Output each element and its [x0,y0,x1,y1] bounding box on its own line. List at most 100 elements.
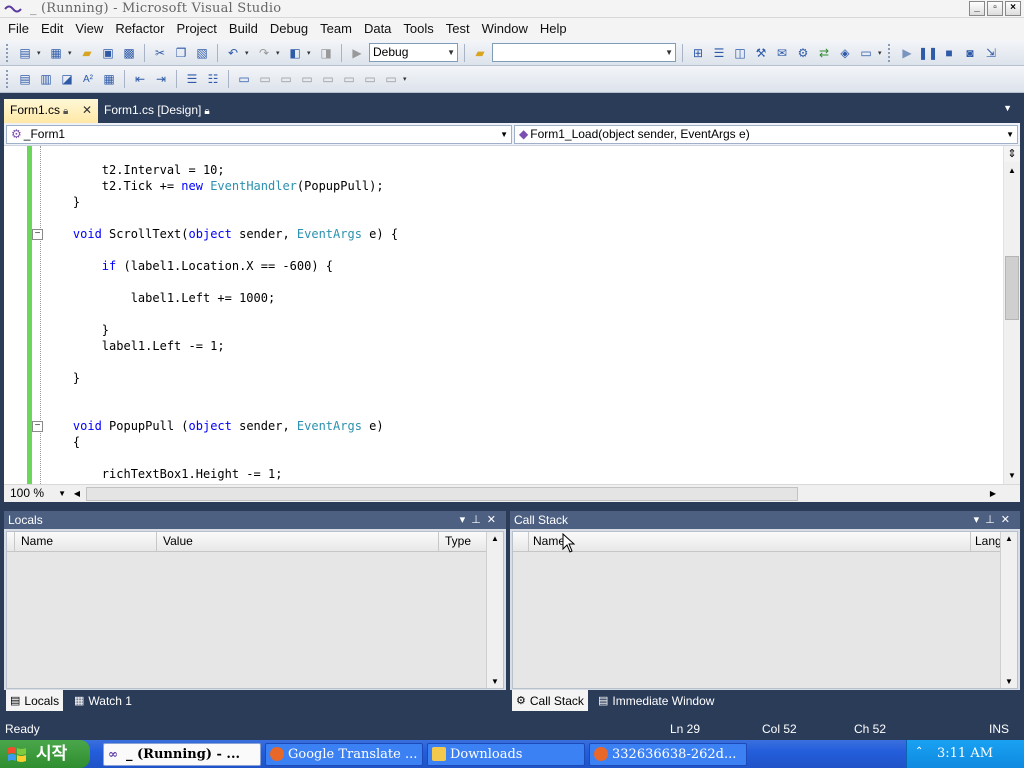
menu-tools[interactable]: Tools [397,18,439,40]
code-line[interactable] [44,354,398,370]
show-hidden-icons-icon[interactable]: ⌃ [915,746,923,757]
next-bookmark-icon[interactable]: ▭ [277,70,295,88]
scroll-left-icon[interactable]: ◀ [70,486,84,502]
redo-icon[interactable]: ↷ [255,44,273,62]
start-button[interactable]: 시작 [0,740,90,768]
find-in-files-icon[interactable]: ▰ [471,44,489,62]
code-editor[interactable]: − − t2.Interval = 10; t2.Tick += new Eve… [4,146,1020,484]
previous-bookmark-in-document-icon[interactable]: ▭ [340,70,358,88]
menu-edit[interactable]: Edit [35,18,69,40]
close-button[interactable]: × [1005,1,1021,16]
scroll-down-icon[interactable]: ▼ [487,677,503,686]
solution-configuration-select[interactable]: Debug ▼ [369,43,458,62]
undo-dropdown-icon[interactable]: ▾ [245,49,252,57]
menu-build[interactable]: Build [223,18,264,40]
new-project-icon[interactable]: ▤ [16,44,34,62]
close-icon[interactable]: ✕ [487,514,502,526]
code-line[interactable]: label1.Left -= 1; [44,338,398,354]
toolbar-grip[interactable] [888,43,892,62]
call-stack-vertical-scrollbar[interactable]: ▲ ▼ [1000,532,1017,688]
add-item-icon[interactable]: ▦ [47,44,65,62]
open-file-icon[interactable]: ▰ [78,44,96,62]
task-image-viewer[interactable]: 332636638-262d... [589,743,747,766]
navigate-backward-icon[interactable]: ◧ [286,44,304,62]
decrease-indent-icon[interactable]: ⇤ [131,70,149,88]
code-line[interactable]: void PopupPull (object sender, EventArgs… [44,418,398,434]
auto-hide-pin-icon[interactable]: ⊥ [471,514,487,526]
editor-vertical-scrollbar[interactable]: ⇕ ▲ ▼ [1003,146,1020,484]
code-line[interactable]: void ScrollText(object sender, EventArgs… [44,226,398,242]
tab-call-stack[interactable]: ⚙ Call Stack [512,690,588,711]
insert-snippet-icon[interactable]: ▦ [100,70,118,88]
window-position-icon[interactable]: ▾ [974,514,986,526]
close-icon[interactable]: ✕ [1001,514,1016,526]
code-line[interactable] [44,274,398,290]
properties-icon[interactable]: ☰ [710,44,728,62]
column-name[interactable]: Name [15,532,157,551]
find-combo[interactable]: ▼ [492,43,676,62]
zoom-select[interactable]: 100 % ▼ [6,486,68,502]
code-line[interactable]: { [44,434,398,450]
stop-debugging-icon[interactable]: ■ [940,44,958,62]
code-line[interactable]: } [44,370,398,386]
menu-window[interactable]: Window [476,18,534,40]
scroll-down-icon[interactable]: ▼ [1004,468,1020,484]
menu-help[interactable]: Help [534,18,573,40]
code-line[interactable] [44,402,398,418]
toolbar-options-dropdown-icon[interactable]: ▾ [403,75,410,83]
start-debugging-icon[interactable]: ▶ [348,44,366,62]
minimize-button[interactable]: _ [969,1,985,16]
redo-dropdown-icon[interactable]: ▾ [276,49,283,57]
display-object-member-list-icon[interactable]: ▤ [16,70,34,88]
code-line[interactable]: t2.Interval = 10; [44,162,398,178]
code-line[interactable]: } [44,322,398,338]
toolbar-grip[interactable] [6,43,10,62]
code-line[interactable]: } [44,194,398,210]
active-files-dropdown-icon[interactable]: ▼ [1003,103,1012,113]
restart-icon[interactable]: ◙ [961,44,979,62]
scroll-thumb[interactable] [1005,256,1019,320]
code-line[interactable] [44,210,398,226]
menu-refactor[interactable]: Refactor [109,18,170,40]
scroll-up-icon[interactable]: ▲ [1004,163,1020,179]
toggle-bookmark-icon[interactable]: ▭ [235,70,253,88]
tab-form1-design[interactable]: Form1.cs [Design] 🔒︎ [98,99,218,123]
display-word-completion-icon[interactable]: A² [79,70,97,88]
object-browser-icon[interactable]: ◫ [731,44,749,62]
menu-test[interactable]: Test [440,18,476,40]
types-dropdown[interactable]: ⚙ _Form1 ▼ [6,125,512,144]
column-name[interactable]: Name [529,532,971,551]
code-text[interactable]: t2.Interval = 10; t2.Tick += new EventHa… [44,162,398,482]
paste-icon[interactable]: ▧ [193,44,211,62]
copy-icon[interactable]: ❐ [172,44,190,62]
extension-manager-icon[interactable]: ◈ [836,44,854,62]
members-dropdown[interactable]: ◆ Form1_Load(object sender, EventArgs e) … [514,125,1018,144]
code-line[interactable] [44,306,398,322]
solution-explorer-icon[interactable]: ⊞ [689,44,707,62]
display-quick-info-icon[interactable]: ◪ [58,70,76,88]
menu-view[interactable]: View [69,18,109,40]
splitter-icon[interactable]: ⇕ [1004,146,1020,162]
code-line[interactable] [44,242,398,258]
start-page-icon[interactable]: ✉ [773,44,791,62]
undo-icon[interactable]: ↶ [224,44,242,62]
clear-bookmarks-icon[interactable]: ▭ [382,70,400,88]
toolbox-icon[interactable]: ⚒ [752,44,770,62]
navigate-forward-icon[interactable]: ◨ [317,44,335,62]
uncomment-icon[interactable]: ☷ [204,70,222,88]
task-google-translate[interactable]: Google Translate ... [265,743,423,766]
menu-file[interactable]: File [2,18,35,40]
tab-watch-1[interactable]: ▦ Watch 1 [70,690,136,711]
horizontal-scroll-thumb[interactable] [86,487,798,501]
tab-form1-cs[interactable]: Form1.cs 🔒︎ ✕ [4,99,98,123]
editor-horizontal-scrollbar[interactable]: 100 % ▼ ◀ ▶ [4,484,1020,502]
menu-project[interactable]: Project [170,18,222,40]
tab-locals[interactable]: ▤ Locals [6,690,64,711]
column-type[interactable]: Type [439,532,491,551]
continue-icon[interactable]: ▶ [898,44,916,62]
task-visual-studio[interactable]: ∞ _ (Running) - ... [103,743,261,766]
cut-icon[interactable]: ✂ [151,44,169,62]
next-bookmark-in-folder-icon[interactable]: ▭ [319,70,337,88]
increase-indent-icon[interactable]: ⇥ [152,70,170,88]
previous-bookmark-in-folder-icon[interactable]: ▭ [298,70,316,88]
